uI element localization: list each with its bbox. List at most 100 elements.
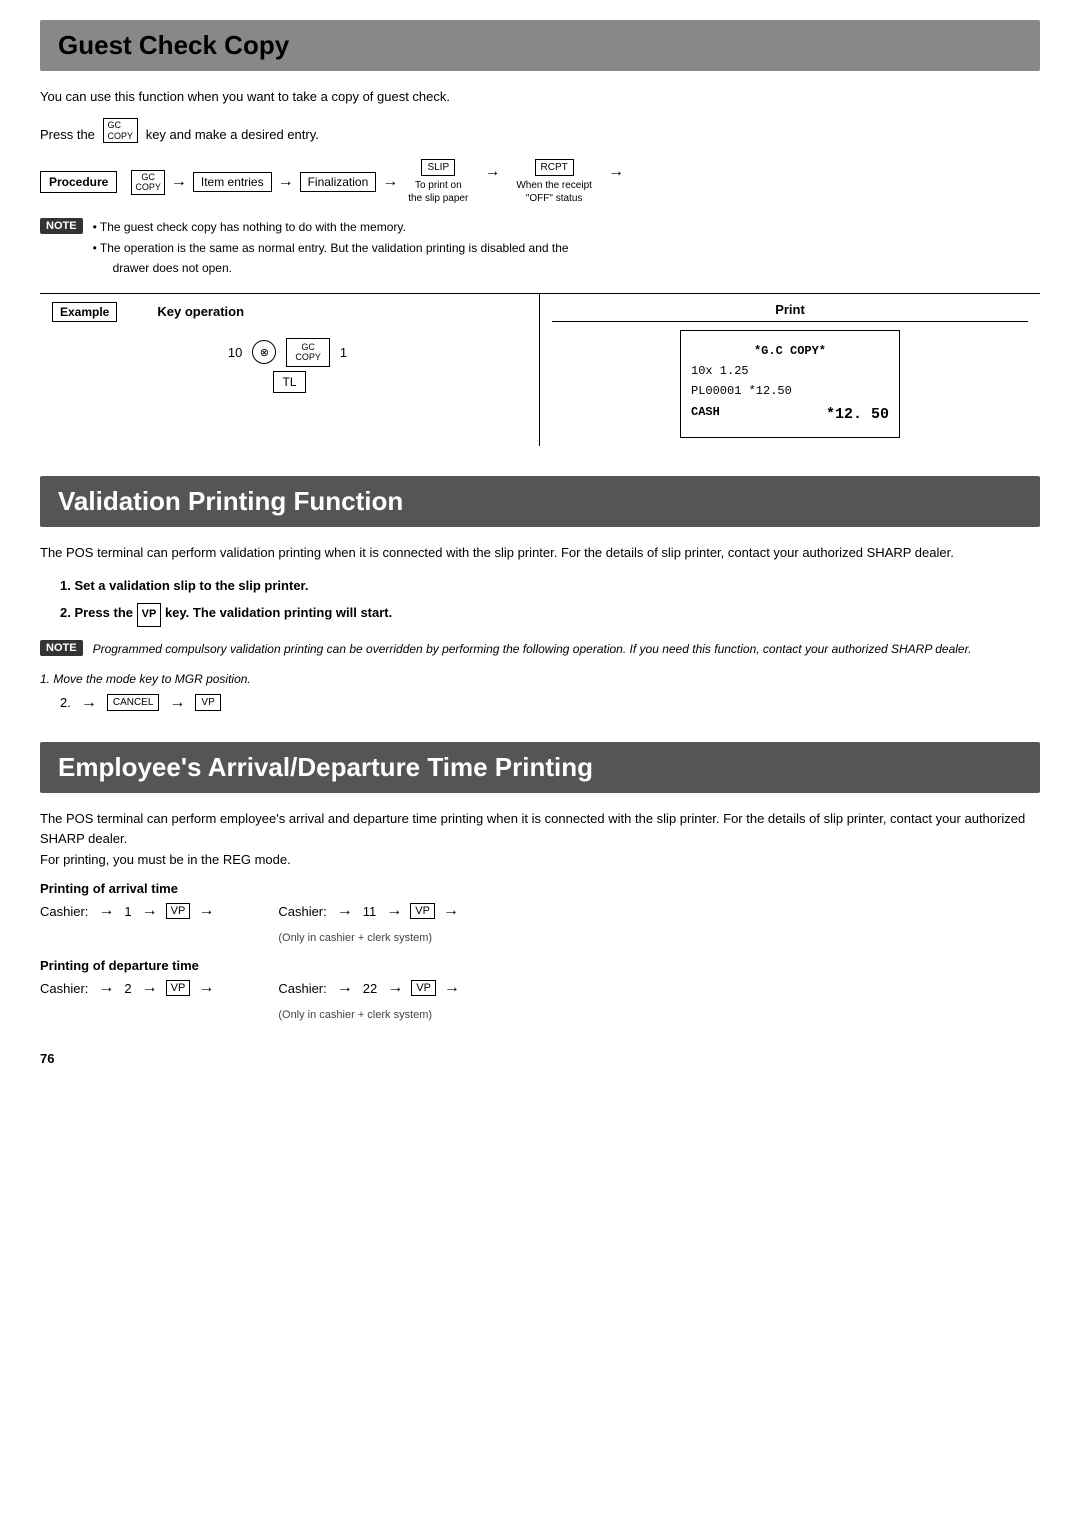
arr6: → [443,902,459,920]
arrival-col-right: Cashier: → 11 → VP → (Only in cashier + … [278,902,463,944]
key-row-2: TL [273,371,305,393]
note-content-2: Programmed compulsory validation printin… [93,639,972,659]
validation-title: Validation Printing Function [40,476,1040,527]
slip-group: SLIP To print onthe slip paper [408,159,468,205]
arr1: → [98,902,114,920]
vp-arrival-1: VP [166,903,191,919]
receipt-line2: 10x 1.25 [691,361,889,381]
rcpt-sub: When the receipt"OFF" status [516,179,592,205]
vp-arrival-2: VP [410,903,435,919]
arrival-row1-left: Cashier: → 1 → VP → [40,902,218,920]
intro-line1: You can use this function when you want … [40,87,1040,108]
departure-col-right: Cashier: → 22 → VP → (Only in cashier + … [278,979,464,1021]
dep1: → [98,979,114,997]
slip-rcpt-group: SLIP To print onthe slip paper → RCPT Wh… [408,159,628,205]
cashier-label-2: Cashier: [278,904,326,919]
arr3: → [198,902,214,920]
slip-sub: To print onthe slip paper [408,179,468,205]
example-section: Example Key operation 10 ⊗ GCCOPY 1 TL P… [40,293,1040,447]
guest-check-title: Guest Check Copy [40,20,1040,71]
step-note-1: 1. Move the mode key to MGR position. [40,672,1040,686]
arrival-cols-1: Cashier: → 1 → VP → Cashier: → 11 → VP → [40,902,1040,944]
example-label: Example [52,302,117,322]
vp-departure-1: VP [166,980,191,996]
vp-departure-2: VP [411,980,436,996]
item-entries-box: Item entries [193,172,272,192]
departure-title: Printing of departure time [40,958,1040,973]
departure-section: Printing of departure time Cashier: → 2 … [40,958,1040,1021]
employee-section: Employee's Arrival/Departure Time Printi… [40,742,1040,1021]
arrow3: → [382,173,398,191]
page-number: 76 [40,1051,1040,1066]
arrival-section: Printing of arrival time Cashier: → 1 → … [40,881,1040,944]
arr4: → [337,902,353,920]
slip-key: SLIP [421,159,455,176]
gc-copy-key: GCCOPY [131,170,165,196]
step2-flow: 2. → CANCEL → VP [60,694,1040,712]
finalization-box: Finalization [300,172,377,192]
number-10: 10 [228,345,242,360]
dep2: → [142,979,158,997]
departure-cols: Cashier: → 2 → VP → Cashier: → 22 → VP → [40,979,1040,1021]
x-key: ⊗ [252,340,276,364]
print-receipt: *G.C COPY* 10x 1.25 PL00001 *12.50 CASH … [680,330,900,439]
arrow-step2: → [81,694,97,712]
tl-key: TL [273,371,305,393]
arrival-row1-right: Cashier: → 11 → VP → [278,902,463,920]
gc-copy-key-diagram: GCCOPY [286,338,330,368]
note-box-1: NOTE • The guest check copy has nothing … [40,217,1040,278]
rcpt-key: RCPT [535,159,574,176]
validation-section: Validation Printing Function The POS ter… [40,476,1040,711]
arrow4: → [484,163,500,181]
arr5: → [386,902,402,920]
dep3: → [198,979,214,997]
procedure-flow: GCCOPY → Item entries → Finalization → S… [131,159,628,205]
print-header: Print [552,302,1028,322]
arrow5: → [608,163,624,181]
departure-row1-left: Cashier: → 2 → VP → [40,979,218,997]
keyop-label: Key operation [157,304,244,319]
vp-key2: VP [195,694,220,711]
note-line2: • The operation is the same as normal en… [93,238,569,279]
example-header: Example Key operation [52,302,527,322]
note-line1: • The guest check copy has nothing to do… [93,217,569,237]
rcpt-group: RCPT When the receipt"OFF" status [516,159,592,205]
receipt-line1: *G.C COPY* [691,341,889,361]
dep6: → [444,979,460,997]
key-row-1: 10 ⊗ GCCOPY 1 [228,338,351,368]
departure-col-left: Cashier: → 2 → VP → [40,979,218,1001]
arrival-title: Printing of arrival time [40,881,1040,896]
receipt-line3: PL00001 *12.50 [691,381,889,401]
dep4: → [337,979,353,997]
note-box-2: NOTE Programmed compulsory validation pr… [40,639,1040,659]
validation-intro: The POS terminal can perform validation … [40,543,1040,564]
arrival-col-left: Cashier: → 1 → VP → [40,902,218,924]
cashier-label-1: Cashier: [40,904,88,919]
num-2: 2 [124,981,131,996]
key-diagram: 10 ⊗ GCCOPY 1 TL [52,330,527,402]
only-label-2: (Only in cashier + clerk system) [278,1009,464,1021]
arrow2: → [278,173,294,191]
num-22: 22 [363,981,377,996]
num-11: 11 [363,904,377,919]
note-label-2: NOTE [40,640,83,656]
guest-check-section: Guest Check Copy You can use this functi… [40,20,1040,446]
procedure-row: Procedure GCCOPY → Item entries → Finali… [40,159,1040,205]
cancel-key: CANCEL [107,694,160,711]
arrow-step2b: → [169,694,185,712]
gc-copy-key-inline: GCCOPY [103,118,139,144]
key-1: 1 [340,345,347,360]
employee-title: Employee's Arrival/Departure Time Printi… [40,742,1040,793]
example-right: Print *G.C COPY* 10x 1.25 PL00001 *12.50… [540,294,1040,447]
num-1: 1 [124,904,131,919]
departure-row1-right: Cashier: → 22 → VP → [278,979,464,997]
receipt-line4: CASH *12. 50 [691,402,889,428]
validation-step2: 2. Press the VP key. The validation prin… [60,601,1040,627]
validation-steps: 1. Set a validation slip to the slip pri… [60,574,1040,627]
procedure-label: Procedure [40,171,117,193]
dep5: → [387,979,403,997]
validation-step1: 1. Set a validation slip to the slip pri… [60,574,1040,597]
note-label-1: NOTE [40,218,83,234]
only-label-1: (Only in cashier + clerk system) [278,932,463,944]
step2-label: 2. [60,695,71,710]
